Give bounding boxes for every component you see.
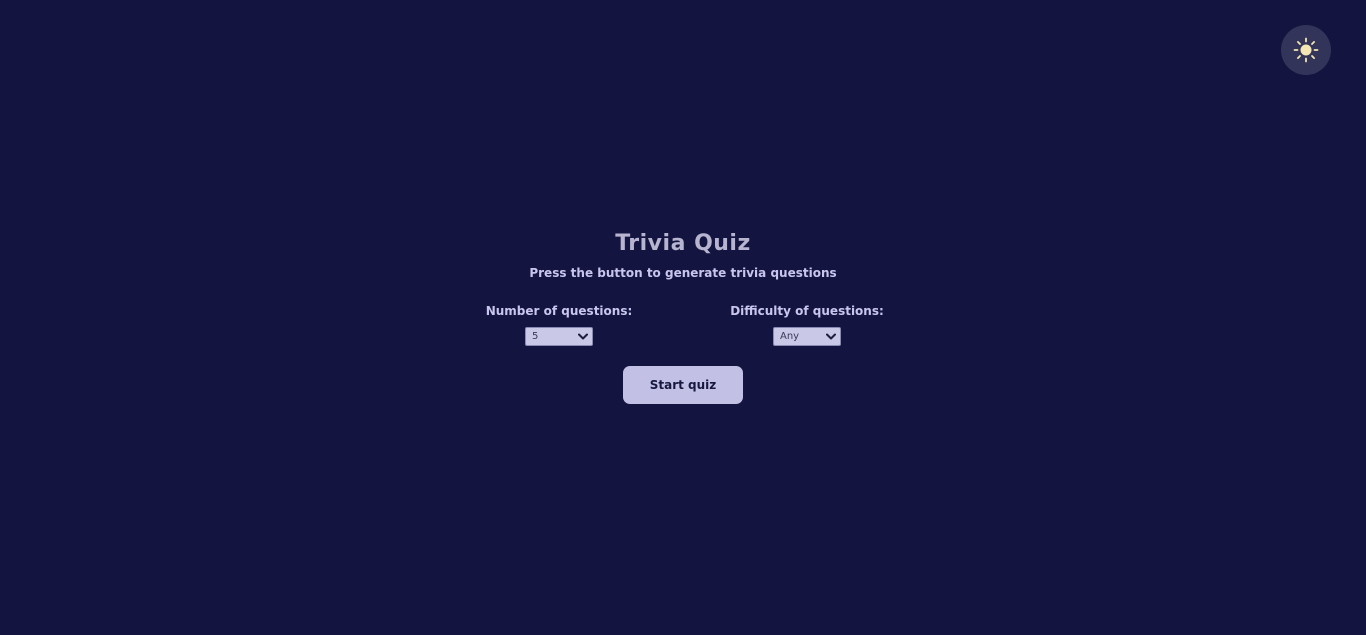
page-title: Trivia Quiz (615, 231, 751, 256)
questions-count-field: Number of questions: 5 (479, 303, 639, 346)
difficulty-label: Difficulty of questions: (730, 304, 884, 318)
page-subtitle: Press the button to generate trivia ques… (529, 266, 837, 280)
questions-count-select[interactable]: 5 (525, 327, 593, 346)
questions-count-label: Number of questions: (485, 304, 633, 318)
questions-count-value: 5 (532, 331, 539, 342)
difficulty-select[interactable]: Any (773, 327, 841, 346)
chevron-down-icon (578, 333, 588, 340)
theme-toggle-button[interactable] (1281, 25, 1331, 75)
sun-icon (1292, 36, 1320, 64)
chevron-down-icon (826, 333, 836, 340)
start-quiz-button[interactable]: Start quiz (623, 366, 743, 404)
difficulty-field: Difficulty of questions: Any (727, 303, 887, 346)
difficulty-value: Any (780, 331, 800, 342)
